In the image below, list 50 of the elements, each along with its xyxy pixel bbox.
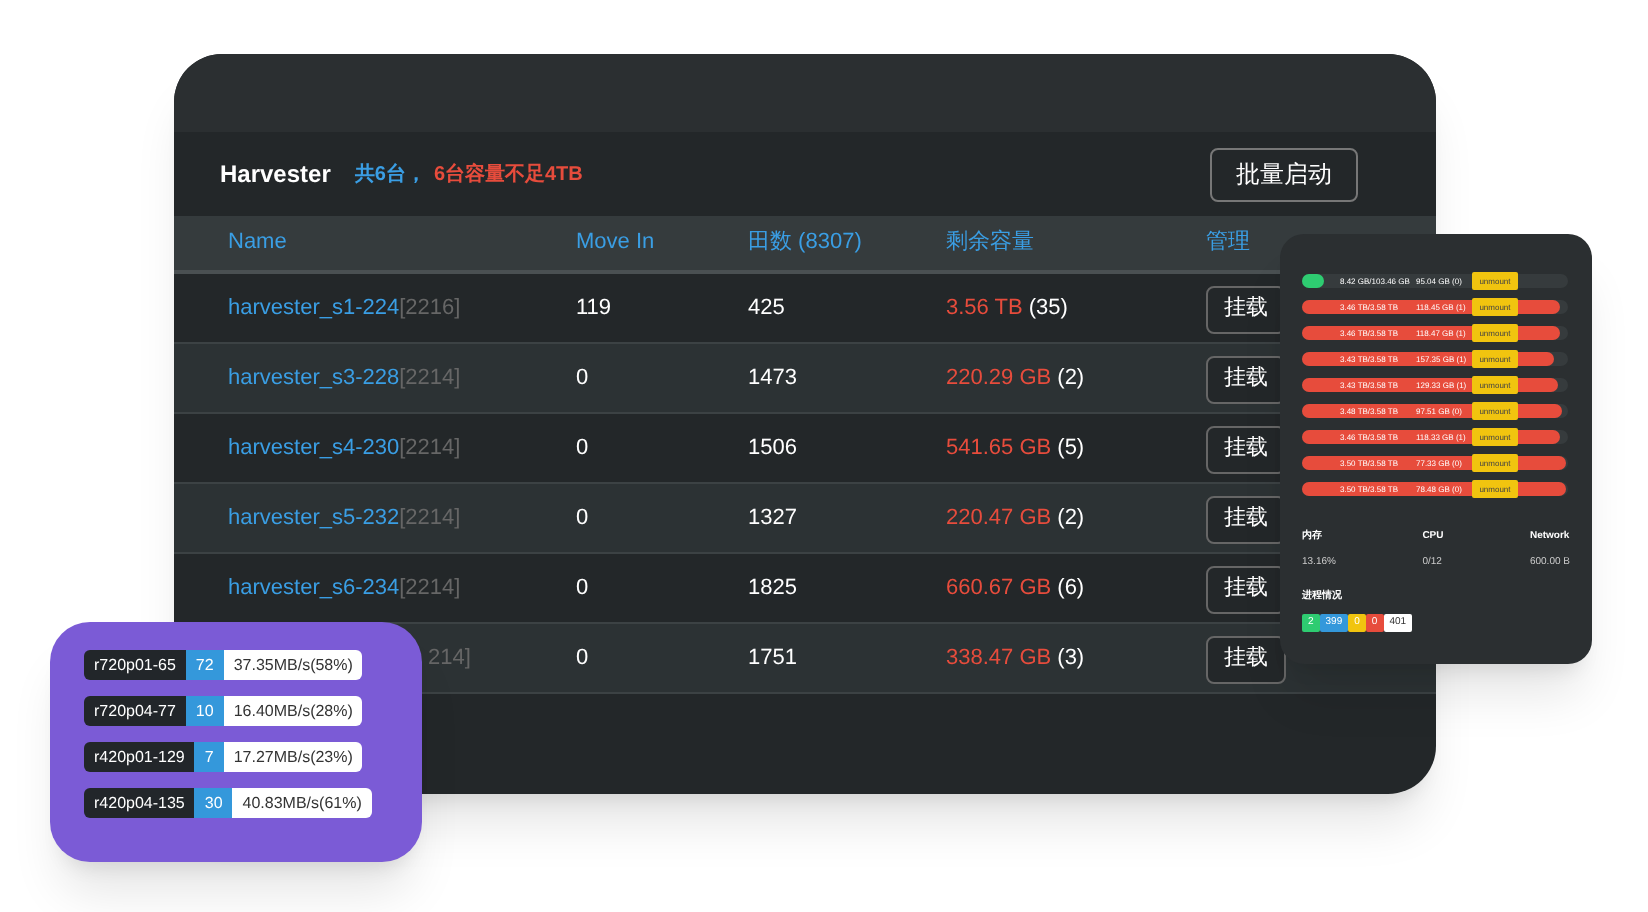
machine-count: 72 bbox=[185, 650, 224, 680]
mount-button[interactable]: 挂载 bbox=[1206, 635, 1286, 684]
warning-text: 6台容量不足4TB bbox=[433, 160, 583, 189]
table-cell-text: 660.67 GB (6) bbox=[946, 573, 1087, 604]
table-cell-text: 1825 bbox=[748, 573, 799, 604]
table-cell-text: 0 bbox=[576, 503, 591, 534]
column-header: 田数 (8307) bbox=[748, 228, 864, 259]
machine-count: 30 bbox=[194, 788, 233, 818]
harvester-name[interactable]: harvester_s5-232[2214] bbox=[228, 501, 461, 535]
table-cell-text: 541.65 GB (5) bbox=[946, 433, 1087, 464]
column-header: Move In bbox=[576, 228, 657, 259]
table-cell-text: 1327 bbox=[748, 503, 799, 534]
harvester-name[interactable]: harvester_s6-234[2214] bbox=[228, 571, 461, 605]
column-header: Name bbox=[228, 228, 289, 259]
table-cell-text: 0 bbox=[576, 363, 591, 394]
machine-speed: 16.40MB/s(28%) bbox=[223, 696, 363, 726]
column-header: 管理 bbox=[1206, 228, 1252, 259]
harvester-name[interactable]: harvester_s3-228[2214] bbox=[228, 361, 461, 395]
harvester-name[interactable]: harvester_s4-230[2214] bbox=[228, 431, 461, 465]
table-cell-text: 0 bbox=[576, 643, 591, 674]
table-cell-text: 119 bbox=[576, 293, 614, 324]
summary-text: 共6台， bbox=[354, 161, 426, 189]
machine-name: r720p01-65 bbox=[84, 650, 186, 680]
mount-button[interactable]: 挂载 bbox=[1206, 355, 1286, 404]
table-cell-text: 220.29 GB (2) bbox=[946, 363, 1087, 394]
machine-name: r720p04-77 bbox=[84, 696, 186, 726]
table-cell-text: 1506 bbox=[748, 433, 799, 464]
machine-name: r420p01-129 bbox=[84, 742, 195, 772]
batch-start-button[interactable]: 批量启动 bbox=[1210, 147, 1358, 201]
harvester-name[interactable]: harvester_s1-224[2216] bbox=[228, 291, 461, 325]
mount-button[interactable]: 挂载 bbox=[1206, 425, 1286, 474]
table-cell-text: 3.56 TB (35) bbox=[946, 293, 1070, 324]
column-header: 剩余容量 bbox=[946, 227, 1036, 259]
machine-count: 10 bbox=[185, 696, 224, 726]
panel-title: Harvester bbox=[220, 158, 331, 192]
table-cell-text: 0 bbox=[576, 433, 591, 464]
table-cell-text: 425 bbox=[748, 293, 787, 324]
table-cell-text: 0 bbox=[576, 573, 591, 604]
machine-count: 7 bbox=[194, 742, 224, 772]
mount-button[interactable]: 挂载 bbox=[1206, 565, 1286, 614]
table-cell-text: 220.47 GB (2) bbox=[946, 503, 1087, 534]
mount-button[interactable]: 挂载 bbox=[1206, 285, 1286, 334]
machine-speed: 37.35MB/s(58%) bbox=[223, 650, 363, 680]
machine-name: r420p04-135 bbox=[84, 788, 195, 818]
table-cell-text: 338.47 GB (3) bbox=[946, 643, 1087, 674]
machine-speed: 17.27MB/s(23%) bbox=[223, 742, 363, 772]
mount-button[interactable]: 挂载 bbox=[1206, 495, 1286, 544]
table-cell-text: 1473 bbox=[748, 363, 799, 394]
machine-speed: 40.83MB/s(61%) bbox=[232, 788, 372, 818]
table-cell-text: 1751 bbox=[748, 643, 799, 674]
